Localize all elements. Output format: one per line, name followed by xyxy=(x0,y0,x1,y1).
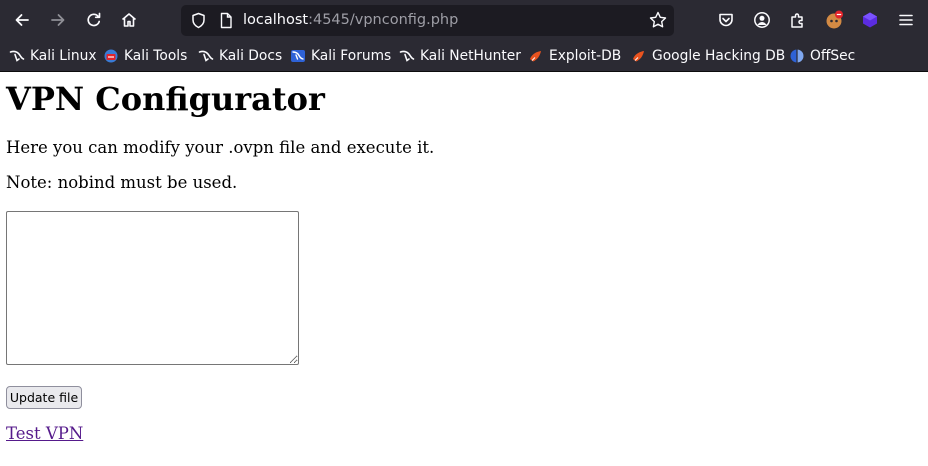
forward-arrow-icon xyxy=(51,14,65,26)
pocket-button[interactable] xyxy=(712,6,740,34)
bookmark-label: Kali NetHunter xyxy=(420,47,521,64)
bookmark-label: OffSec xyxy=(810,47,856,64)
bookmark-label: Exploit-DB xyxy=(549,47,622,64)
bookmark-exploit-db[interactable]: Exploit-DB xyxy=(528,40,621,71)
update-file-button[interactable]: Update file xyxy=(6,386,82,409)
pocket-icon xyxy=(719,13,733,27)
browser-chrome: localhost:4545/vpnconfig.php Kali Linux xyxy=(0,0,928,72)
bookmarks-toolbar: Kali Linux Kali Tools Kali Docs Kali For… xyxy=(0,40,928,71)
bookmark-kali-tools[interactable]: Kali Tools xyxy=(103,40,187,71)
navigation-toolbar: localhost:4545/vpnconfig.php xyxy=(0,0,928,40)
page-title: VPN Configurator xyxy=(6,80,325,118)
account-button[interactable] xyxy=(748,6,776,34)
account-icon xyxy=(754,12,770,28)
bookmark-label: Kali Tools xyxy=(124,47,188,64)
bookmark-label: Kali Forums xyxy=(311,47,392,64)
foxyproxy-icon xyxy=(826,10,843,29)
test-vpn-link[interactable]: Test VPN xyxy=(6,424,83,443)
reload-button[interactable] xyxy=(80,6,108,34)
url-text[interactable]: localhost:4545/vpnconfig.php xyxy=(243,5,458,36)
home-icon xyxy=(121,13,137,27)
bookmark-kali-linux[interactable]: Kali Linux xyxy=(9,40,97,71)
bookmark-label: Kali Docs xyxy=(219,47,283,64)
ovpn-config-textarea[interactable] xyxy=(6,211,299,365)
foxyproxy-extension-button[interactable] xyxy=(820,6,848,34)
forward-button[interactable] xyxy=(44,6,72,34)
bookmark-kali-docs[interactable]: Kali Docs xyxy=(198,40,282,71)
address-bar[interactable]: localhost:4545/vpnconfig.php xyxy=(181,5,674,36)
back-button[interactable] xyxy=(8,6,36,34)
hamburger-menu-icon xyxy=(899,14,913,26)
hackbar-extension-button[interactable] xyxy=(856,6,884,34)
bookmark-offsec[interactable]: OffSec xyxy=(789,40,855,71)
kali-forums-icon xyxy=(291,49,305,62)
kali-dragon-icon xyxy=(399,50,415,62)
intro-text: Here you can modify your .ovpn file and … xyxy=(6,138,435,157)
back-arrow-icon xyxy=(15,14,29,26)
bookmark-star-icon[interactable] xyxy=(648,10,668,30)
exploit-db-icon xyxy=(530,50,541,61)
purple-cube-extension-icon xyxy=(863,12,877,28)
offsec-icon xyxy=(790,49,804,62)
bookmark-label: Kali Linux xyxy=(30,47,97,64)
bookmark-google-hacking-db[interactable]: Google Hacking DB xyxy=(631,40,785,71)
note-text: Note: nobind must be used. xyxy=(6,173,238,192)
bookmark-label: Google Hacking DB xyxy=(652,47,786,64)
toolbar-divider xyxy=(0,71,928,72)
kali-dragon-icon xyxy=(9,50,25,62)
reload-icon xyxy=(87,12,101,27)
tracking-protection-shield-icon[interactable] xyxy=(190,12,207,29)
url-host: localhost xyxy=(243,12,309,28)
kali-dragon-icon xyxy=(198,50,214,62)
puzzle-extensions-icon xyxy=(791,13,803,28)
url-path: :4545/vpnconfig.php xyxy=(308,12,459,28)
extensions-button[interactable] xyxy=(784,6,812,34)
kali-tools-icon xyxy=(104,49,118,62)
exploit-db-icon xyxy=(633,50,644,61)
app-menu-button[interactable] xyxy=(892,6,920,34)
home-button[interactable] xyxy=(115,6,143,34)
bookmark-kali-forums[interactable]: Kali Forums xyxy=(290,40,391,71)
bookmark-kali-nethunter[interactable]: Kali NetHunter xyxy=(399,40,521,71)
page-info-icon[interactable] xyxy=(218,12,234,29)
